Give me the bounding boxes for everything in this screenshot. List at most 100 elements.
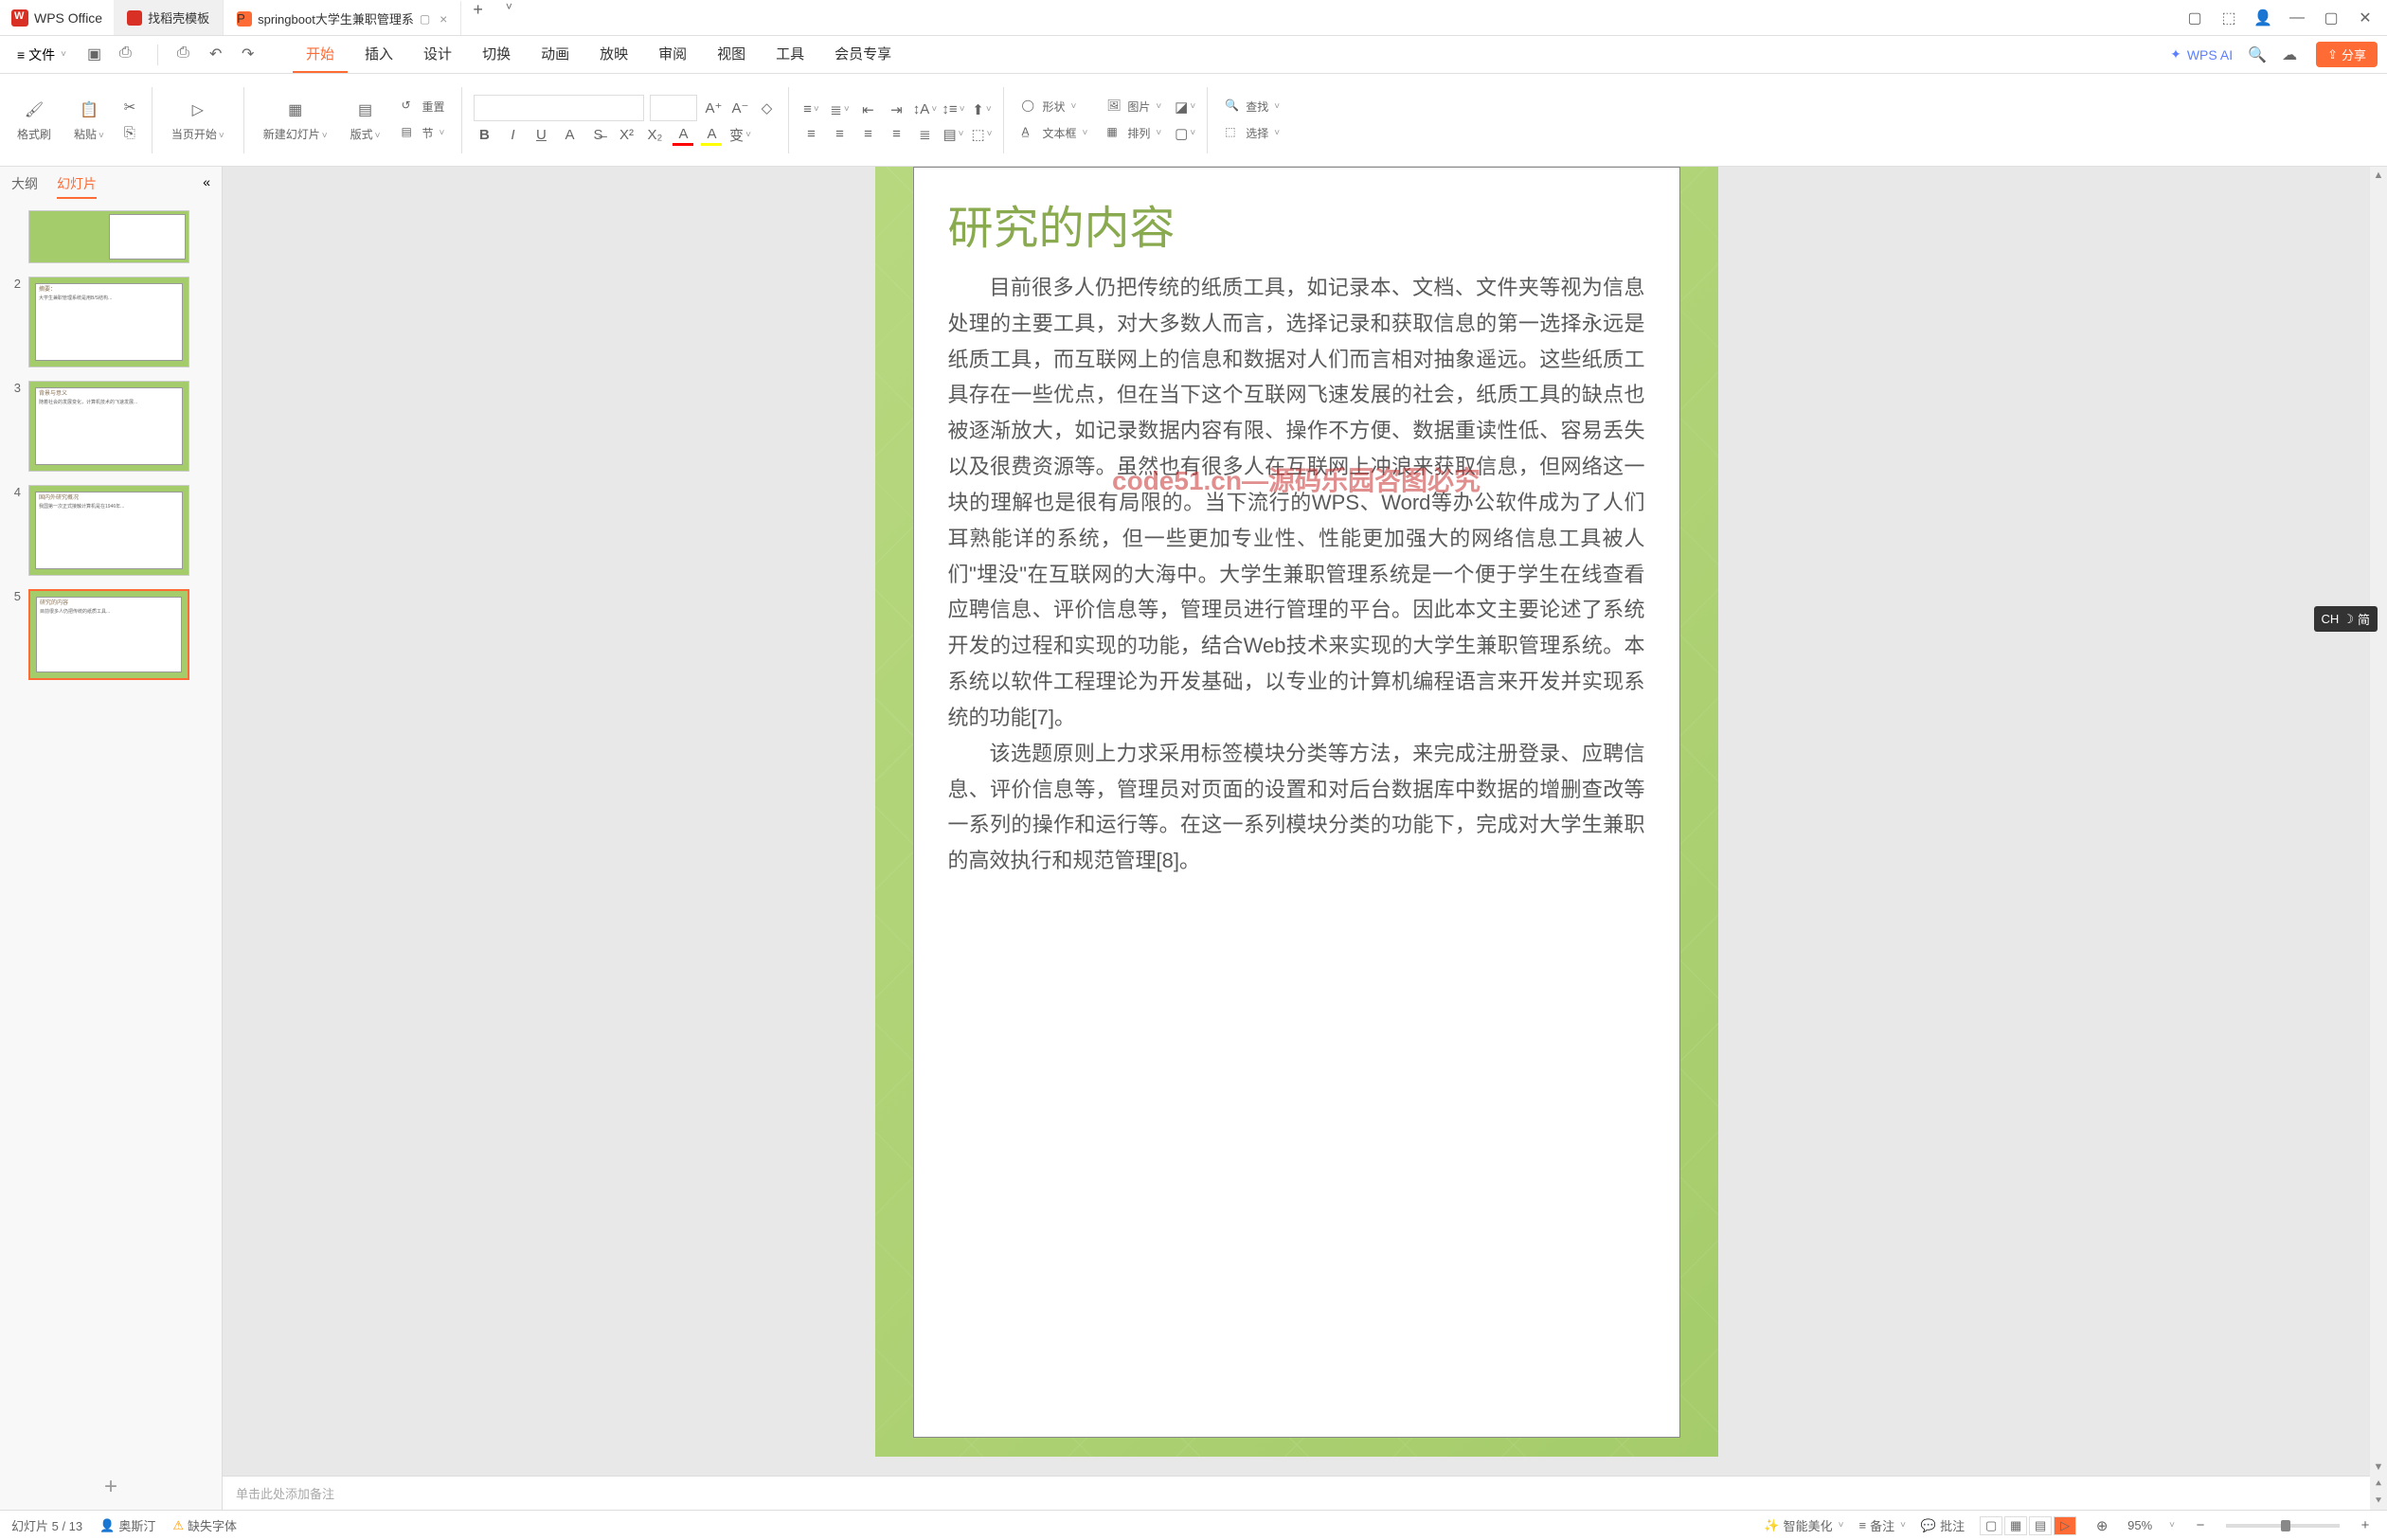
text-direction-icon[interactable]: ↕A˅ bbox=[914, 99, 935, 120]
line-spacing-icon[interactable]: ↕≡˅ bbox=[942, 99, 963, 120]
menu-tab-start[interactable]: 开始 bbox=[293, 36, 348, 73]
undo-icon[interactable]: ↶ bbox=[209, 45, 228, 63]
scrollbar-track[interactable] bbox=[2370, 184, 2387, 1459]
minimize-icon[interactable]: — bbox=[2288, 9, 2306, 27]
clear-format-icon[interactable]: ◇ bbox=[756, 98, 777, 118]
wps-ai-button[interactable]: ✦ WPS AI bbox=[2170, 46, 2233, 63]
collapse-panel-icon[interactable]: « bbox=[203, 174, 210, 199]
menu-tab-transition[interactable]: 切换 bbox=[469, 36, 524, 73]
review-toggle[interactable]: 💬 批注 bbox=[1921, 1516, 1965, 1534]
increase-font-icon[interactable]: A⁺ bbox=[703, 98, 724, 118]
menu-tab-tools[interactable]: 工具 bbox=[763, 36, 817, 73]
distribute-icon[interactable]: ≣ bbox=[914, 124, 935, 145]
decrease-font-icon[interactable]: A⁻ bbox=[729, 98, 750, 118]
slide-title[interactable]: 研究的内容 bbox=[948, 190, 1645, 257]
slides-tab[interactable]: 幻灯片 bbox=[57, 174, 97, 199]
file-menu[interactable]: ≡ 文件 ˅ bbox=[9, 42, 74, 68]
share-button[interactable]: ⇪ 分享 bbox=[2316, 42, 2378, 67]
ime-badge[interactable]: CH ☽ 简 bbox=[2314, 606, 2378, 632]
redo-icon[interactable]: ↷ bbox=[242, 45, 260, 63]
add-tab-button[interactable]: + bbox=[461, 0, 494, 35]
next-slide-icon[interactable]: ⯆ bbox=[2370, 1493, 2387, 1510]
add-slide-button[interactable]: + bbox=[0, 1464, 222, 1510]
normal-view-icon[interactable]: ▢ bbox=[1980, 1516, 2002, 1535]
reset-button[interactable]: ↺ 重置 bbox=[395, 97, 450, 117]
numbering-icon[interactable]: ≣˅ bbox=[829, 99, 850, 120]
outline-tab[interactable]: 大纲 bbox=[11, 174, 38, 199]
menu-tab-vip[interactable]: 会员专享 bbox=[821, 36, 905, 73]
notes-toggle[interactable]: ≡ 备注˅ bbox=[1858, 1516, 1905, 1534]
scroll-down-icon[interactable]: ▼ bbox=[2370, 1459, 2387, 1476]
underline-icon[interactable]: U bbox=[530, 125, 551, 146]
layout-button[interactable]: ▤ 版式˅ bbox=[343, 94, 388, 146]
align-right-icon[interactable]: ≡ bbox=[857, 124, 878, 145]
zoom-in-icon[interactable]: + bbox=[2355, 1515, 2376, 1536]
close-window-icon[interactable]: ✕ bbox=[2357, 9, 2374, 27]
slide-thumb-3[interactable]: 背景与意义随着社会的发展变化，计算机技术的飞速发展... bbox=[28, 381, 189, 472]
window-cube-icon[interactable]: ⬚ bbox=[2220, 9, 2237, 27]
slide-thumb-4[interactable]: 国内外研究概况我国第一次正式接触计算机是在1946年... bbox=[28, 485, 189, 576]
smart-beauty-button[interactable]: ✨ 智能美化˅ bbox=[1764, 1516, 1843, 1534]
pinyin-icon[interactable]: 变˅ bbox=[729, 125, 750, 146]
menu-tab-design[interactable]: 设计 bbox=[410, 36, 465, 73]
tab-menu-button[interactable]: ˅ bbox=[494, 0, 524, 35]
shadow-icon[interactable]: A bbox=[559, 125, 580, 146]
slide-body[interactable]: 目前很多人仍把传统的纸质工具，如记录本、文档、文件夹等视为信息处理的主要工具，对… bbox=[948, 270, 1645, 879]
slide-thumb-1[interactable] bbox=[28, 210, 189, 263]
window-rect-icon[interactable]: ▢ bbox=[2186, 9, 2203, 27]
scroll-up-icon[interactable]: ▲ bbox=[2370, 167, 2387, 184]
bold-icon[interactable]: B bbox=[474, 125, 494, 146]
columns-icon[interactable]: ▤˅ bbox=[942, 124, 963, 145]
slide-canvas[interactable]: 研究的内容 目前很多人仍把传统的纸质工具，如记录本、文档、文件夹等视为信息处理的… bbox=[875, 167, 1718, 1457]
section-button[interactable]: ▤ 节˅ bbox=[395, 123, 450, 144]
outline-color-icon[interactable]: ▢˅ bbox=[1175, 123, 1195, 144]
arrange-button[interactable]: ▦ 排列˅ bbox=[1101, 123, 1167, 144]
align-center-icon[interactable]: ≡ bbox=[829, 124, 850, 145]
zoom-out-icon[interactable]: − bbox=[2190, 1515, 2211, 1536]
shape-button[interactable]: ◯ 形状˅ bbox=[1015, 97, 1093, 117]
new-slide-button[interactable]: ▦ 新建幻灯片˅ bbox=[256, 94, 335, 146]
missing-font-warning[interactable]: ⚠ 缺失字体 bbox=[172, 1516, 237, 1534]
font-color-icon[interactable]: A bbox=[673, 125, 693, 146]
menu-tab-view[interactable]: 视图 bbox=[704, 36, 759, 73]
tab-template[interactable]: 找稻壳模板 bbox=[114, 0, 224, 35]
app-logo[interactable]: WPS Office bbox=[0, 9, 114, 27]
bullets-icon[interactable]: ≡˅ bbox=[800, 99, 821, 120]
maximize-icon[interactable]: ▢ bbox=[2323, 9, 2340, 27]
avatar-icon[interactable]: 👤 bbox=[2254, 9, 2271, 27]
indent-left-icon[interactable]: ⇤ bbox=[857, 99, 878, 120]
zoom-slider[interactable] bbox=[2226, 1524, 2340, 1528]
align-top-icon[interactable]: ⬆˅ bbox=[971, 99, 992, 120]
menu-tab-animation[interactable]: 动画 bbox=[528, 36, 583, 73]
tab-document[interactable]: P springboot大学生兼职管理系 ▢ × bbox=[224, 0, 461, 35]
copy-icon[interactable]: ⎘ bbox=[119, 123, 140, 144]
highlight-icon[interactable]: A bbox=[701, 125, 722, 146]
cut-icon[interactable]: ✂ bbox=[119, 97, 140, 117]
textbox-button[interactable]: A̲ 文本框˅ bbox=[1015, 123, 1093, 144]
select-button[interactable]: ⬚ 选择˅ bbox=[1219, 123, 1285, 144]
menu-tab-review[interactable]: 审阅 bbox=[645, 36, 700, 73]
paste-button[interactable]: 📋 粘贴˅ bbox=[66, 94, 112, 146]
close-tab-icon[interactable]: × bbox=[440, 11, 447, 27]
strikethrough-icon[interactable]: S̶ bbox=[587, 125, 608, 146]
from-current-button[interactable]: ▷ 当页开始˅ bbox=[164, 94, 232, 146]
print-icon[interactable]: ⎙ bbox=[119, 45, 138, 63]
slide-thumb-2[interactable]: 摘要：大学生兼职管理系统是用B/S结构... bbox=[28, 277, 189, 367]
menu-tab-insert[interactable]: 插入 bbox=[351, 36, 406, 73]
align-left-icon[interactable]: ≡ bbox=[800, 124, 821, 145]
cloud-icon[interactable]: ☁ bbox=[2282, 45, 2301, 64]
prev-slide-icon[interactable]: ⯅ bbox=[2370, 1476, 2387, 1493]
format-brush-button[interactable]: 🖌 格式刷 bbox=[9, 94, 59, 146]
font-size-select[interactable] bbox=[650, 95, 697, 121]
indent-right-icon[interactable]: ⇥ bbox=[886, 99, 906, 120]
find-button[interactable]: 🔍 查找˅ bbox=[1219, 97, 1285, 117]
export-icon[interactable]: ⎙ bbox=[177, 45, 196, 63]
slideshow-view-icon[interactable]: ▷ bbox=[2054, 1516, 2076, 1535]
reading-view-icon[interactable]: ▤ bbox=[2029, 1516, 2052, 1535]
font-family-select[interactable] bbox=[474, 95, 644, 121]
align-justify-icon[interactable]: ≡ bbox=[886, 124, 906, 145]
fill-color-icon[interactable]: ◪˅ bbox=[1175, 97, 1195, 117]
subscript-icon[interactable]: X₂ bbox=[644, 125, 665, 146]
search-icon[interactable]: 🔍 bbox=[2248, 45, 2267, 64]
notes-input[interactable]: 单击此处添加备注 bbox=[223, 1476, 2370, 1510]
